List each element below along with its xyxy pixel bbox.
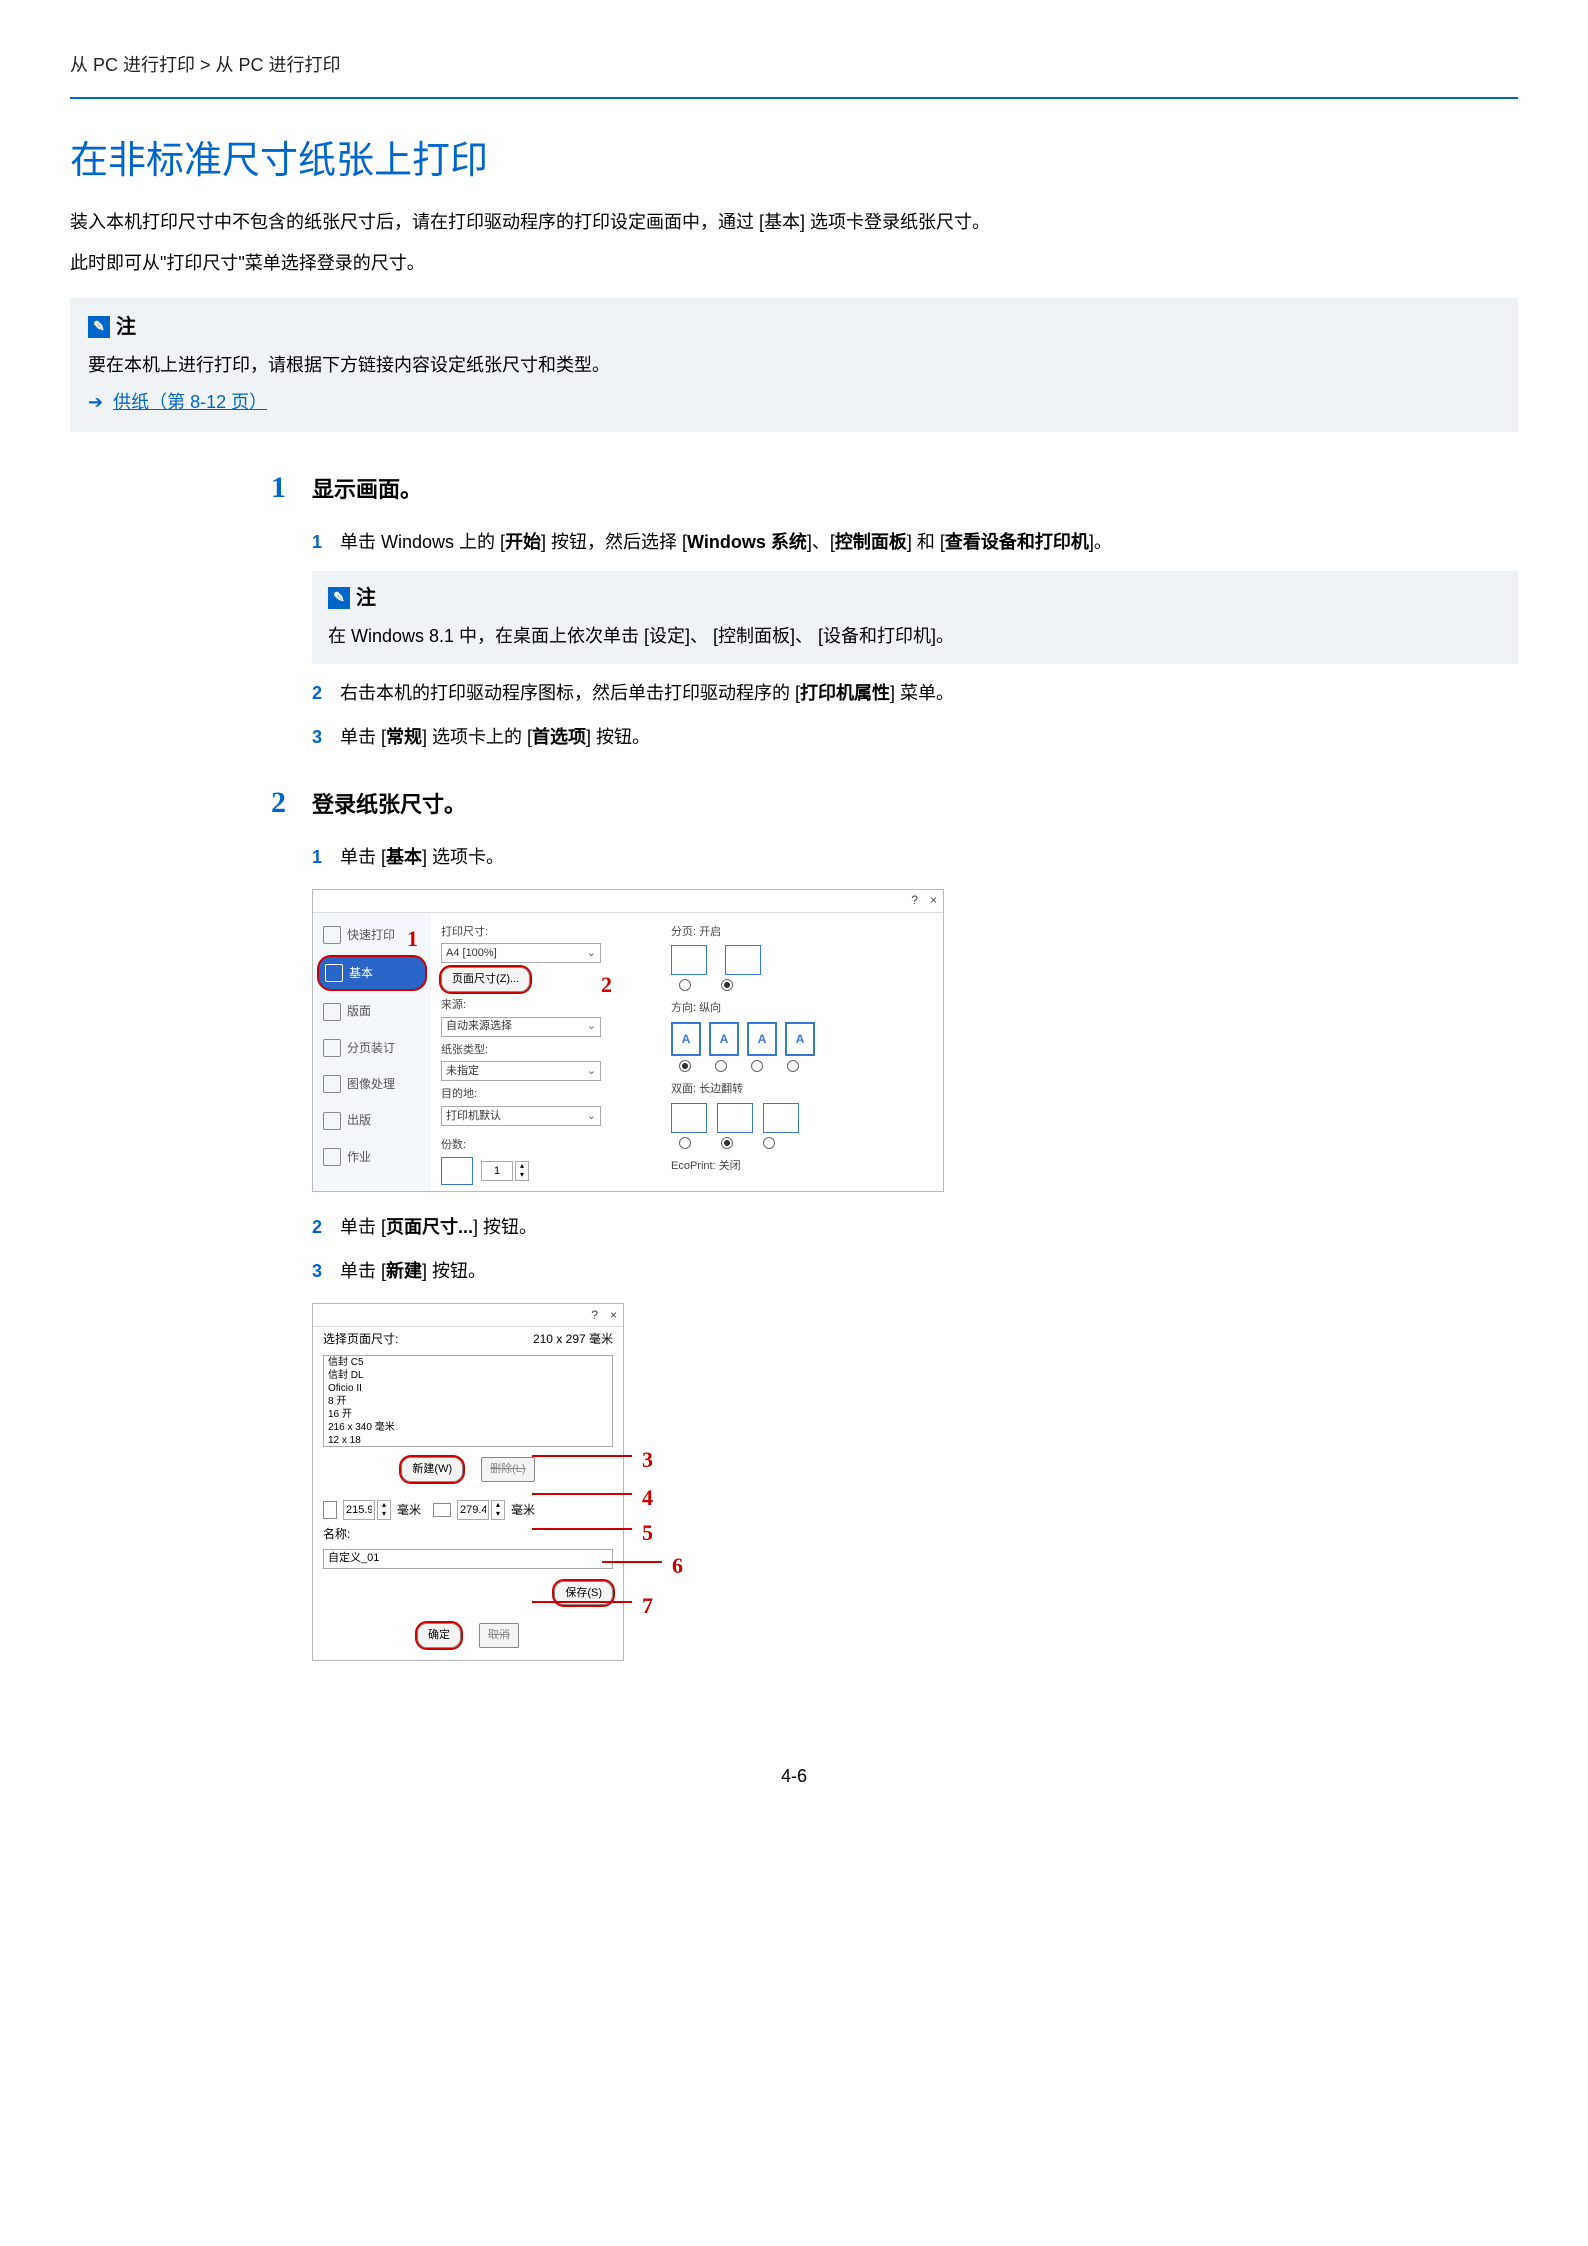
- name-label: 名称:: [323, 1524, 350, 1544]
- substep-text: 单击 [基本] 选项卡。: [340, 842, 1518, 873]
- tab-finishing[interactable]: 分页装订: [317, 1032, 427, 1064]
- driver-dialog-screenshot: ? × 快速打印 基本 版面 分页装订 图像处理 出版 作业 打印尺寸: A4 …: [312, 889, 944, 1192]
- source-dropdown[interactable]: 自动来源选择: [441, 1017, 601, 1037]
- name-field[interactable]: 自定义_01: [323, 1549, 613, 1569]
- substep-text: 单击 [页面尺寸...] 按钮。: [340, 1212, 1518, 1243]
- substep-num: 1: [312, 842, 326, 873]
- collate-label: 分页: 开启: [671, 923, 933, 942]
- close-icon[interactable]: ×: [610, 1305, 617, 1325]
- substep-text: 右击本机的打印驱动程序图标，然后单击打印驱动程序的 [打印机属性] 菜单。: [340, 678, 1518, 709]
- note-label: 注: [116, 310, 136, 344]
- substep-text: 单击 [常规] 选项卡上的 [首选项] 按钮。: [340, 722, 1518, 753]
- tab-image[interactable]: 图像处理: [317, 1068, 427, 1100]
- callout-1: 1: [407, 920, 418, 957]
- substep-num: 2: [312, 1212, 326, 1243]
- breadcrumb: 从 PC 进行打印 > 从 PC 进行打印: [70, 50, 1518, 99]
- substep-text: 单击 [新建] 按钮。: [340, 1256, 1518, 1287]
- step-title-2: 登录纸张尺寸。: [312, 786, 466, 823]
- callout-6: 6: [672, 1547, 683, 1584]
- new-button[interactable]: 新建(W): [401, 1457, 463, 1482]
- callout-5: 5: [642, 1514, 653, 1551]
- substep-num: 2: [312, 678, 326, 709]
- step-number-1: 1: [260, 462, 286, 513]
- copies-icon: [441, 1157, 473, 1185]
- page-title: 在非标准尺寸纸张上打印: [70, 129, 1518, 194]
- substep-text: 单击 Windows 上的 [开始] 按钮，然后选择 [Windows 系统]、…: [340, 527, 1518, 558]
- step-title-1: 显示画面。: [312, 471, 422, 508]
- inner-note-body: 在 Windows 8.1 中，在桌面上依次单击 [设定]、 [控制面板]、 […: [328, 621, 1502, 652]
- callout-4: 4: [642, 1479, 653, 1516]
- note-body: 要在本机上进行打印，请根据下方链接内容设定纸张尺寸和类型。: [88, 350, 1500, 381]
- callout-2: 2: [601, 966, 612, 1003]
- ok-button[interactable]: 确定: [417, 1623, 461, 1648]
- tab-publish[interactable]: 出版: [317, 1104, 427, 1136]
- note-box-1: 注 要在本机上进行打印，请根据下方链接内容设定纸张尺寸和类型。 ➔ 供纸（第 8…: [70, 298, 1518, 431]
- note-icon: [88, 316, 110, 338]
- substep-num: 3: [312, 1256, 326, 1287]
- select-size-label: 选择页面尺寸:: [323, 1329, 398, 1349]
- paper-supply-link[interactable]: 供纸（第 8-12 页）: [113, 387, 267, 418]
- help-icon[interactable]: ?: [911, 890, 918, 910]
- intro-text-1: 装入本机打印尺寸中不包含的纸张尺寸后，请在打印驱动程序的打印设定画面中，通过 […: [70, 207, 1518, 238]
- substep-num: 3: [312, 722, 326, 753]
- inner-note: 注 在 Windows 8.1 中，在桌面上依次单击 [设定]、 [控制面板]、…: [312, 571, 1518, 664]
- orient-landscape[interactable]: A: [709, 1022, 739, 1056]
- help-icon[interactable]: ?: [591, 1305, 598, 1325]
- orient-portrait-flip[interactable]: A: [747, 1022, 777, 1056]
- orient-portrait[interactable]: A: [671, 1022, 701, 1056]
- cancel-button[interactable]: 取消: [479, 1623, 519, 1648]
- tab-jobs[interactable]: 作业: [317, 1141, 427, 1173]
- substep-num: 1: [312, 527, 326, 558]
- print-size-dropdown[interactable]: A4 [100%]: [441, 943, 601, 963]
- close-icon[interactable]: ×: [930, 890, 937, 910]
- width-stepper[interactable]: ▴▾: [343, 1500, 391, 1520]
- note-label: 注: [356, 581, 376, 615]
- orient-label: 方向: 纵向: [671, 999, 933, 1018]
- source-label: 来源:: [441, 996, 651, 1015]
- tab-basic[interactable]: 基本: [317, 955, 427, 991]
- delete-button[interactable]: 删除(L): [481, 1457, 534, 1482]
- callout-7: 7: [642, 1587, 653, 1624]
- intro-text-2: 此时即可从"打印尺寸"菜单选择登录的尺寸。: [70, 248, 1518, 279]
- media-dropdown[interactable]: 未指定: [441, 1061, 601, 1081]
- callout-3: 3: [642, 1441, 653, 1478]
- dest-dropdown[interactable]: 打印机默认: [441, 1106, 601, 1126]
- arrow-icon: ➔: [88, 387, 103, 418]
- dest-label: 目的地:: [441, 1085, 651, 1104]
- orient-landscape-flip[interactable]: A: [785, 1022, 815, 1056]
- step-number-2: 2: [260, 777, 286, 828]
- page-number: 4-6: [70, 1761, 1518, 1792]
- duplex-label: 双面: 长边翻转: [671, 1080, 933, 1099]
- size-display: 210 x 297 毫米: [533, 1329, 613, 1349]
- copies-stepper[interactable]: ▴▾: [481, 1161, 529, 1181]
- media-label: 纸张类型:: [441, 1041, 651, 1060]
- height-stepper[interactable]: ▴▾: [457, 1500, 505, 1520]
- tab-layout[interactable]: 版面: [317, 995, 427, 1027]
- page-size-dialog-screenshot: ? × 选择页面尺寸: 210 x 297 毫米 信封 C5 信封 DL Ofi…: [312, 1303, 624, 1661]
- eco-label: EcoPrint: 关闭: [671, 1157, 933, 1176]
- size-list[interactable]: 信封 C5 信封 DL Oficio II 8 开 16 开 216 x 340…: [323, 1355, 613, 1447]
- print-size-label: 打印尺寸:: [441, 923, 651, 942]
- note-icon: [328, 587, 350, 609]
- copies-label: 份数:: [441, 1136, 651, 1155]
- page-size-button[interactable]: 页面尺寸(Z)...: [441, 967, 530, 992]
